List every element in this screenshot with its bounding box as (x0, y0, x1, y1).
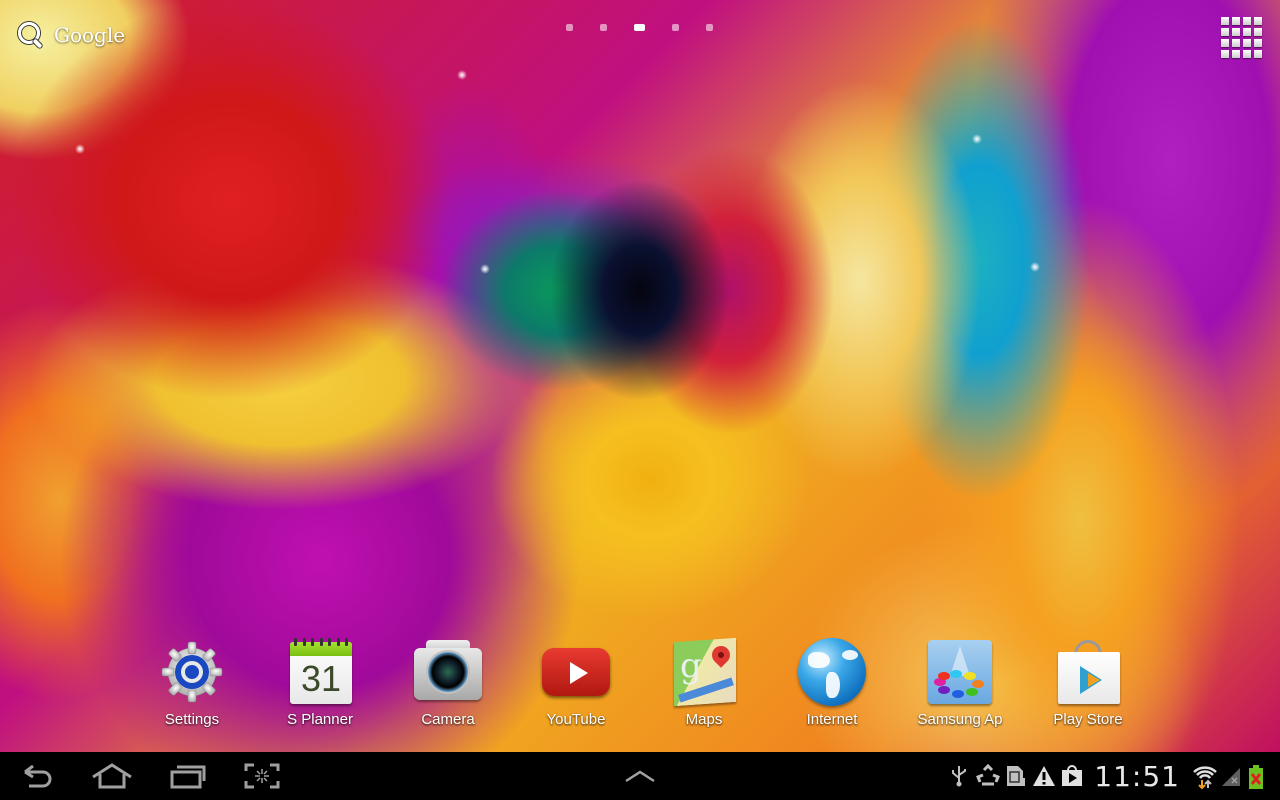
recent-apps-button[interactable] (158, 752, 218, 800)
calendar-day: 31 (300, 658, 342, 699)
apps-drawer-button[interactable] (1220, 16, 1262, 58)
app-label: Settings (164, 711, 220, 728)
youtube-icon (540, 636, 612, 708)
camera-icon (412, 636, 484, 708)
globe-icon (796, 636, 868, 708)
app-label: Samsung Ap (917, 711, 1003, 728)
app-label: Play Store (1053, 711, 1123, 728)
back-button[interactable] (8, 752, 68, 800)
warning-icon (1032, 764, 1056, 788)
wifi-icon (1192, 764, 1217, 790)
google-search-bar[interactable]: Google (16, 20, 125, 50)
screenshot-icon (244, 763, 280, 789)
page-dot-5[interactable] (706, 24, 713, 31)
screenshot-button[interactable] (232, 752, 292, 800)
status-area[interactable]: 11:51 (948, 752, 1270, 800)
sparkle (480, 264, 490, 274)
battery-icon (1248, 764, 1270, 789)
app-youtube[interactable]: YouTube (512, 636, 640, 728)
app-label: Maps (685, 711, 723, 728)
home-icon (92, 763, 132, 789)
page-dot-4[interactable] (672, 24, 679, 31)
play-store-icon (1052, 636, 1124, 708)
page-dot-2[interactable] (600, 24, 607, 31)
back-icon (24, 764, 52, 788)
sparkle (972, 134, 982, 144)
app-label: S Planner (287, 711, 353, 728)
recycle-icon (976, 764, 1001, 788)
app-internet[interactable]: Internet (768, 636, 896, 728)
app-camera[interactable]: Camera (384, 636, 512, 728)
app-label: YouTube (546, 711, 606, 728)
app-s-planner[interactable]: 31 S Planner (256, 636, 384, 728)
page-dot-3-current[interactable] (634, 24, 645, 31)
app-maps[interactable]: g Maps (640, 636, 768, 728)
recent-apps-icon (170, 765, 206, 789)
settings-gear-icon (156, 636, 228, 708)
sd-card-icon (1004, 764, 1026, 788)
app-settings[interactable]: Settings (128, 636, 256, 728)
chevron-up-icon (625, 770, 655, 783)
play-store-notification-icon (1060, 764, 1083, 788)
google-search-label: Google (54, 23, 126, 47)
page-dot-1[interactable] (566, 24, 573, 31)
home-button[interactable] (82, 752, 142, 800)
calendar-icon: 31 (284, 636, 356, 708)
maps-icon: g (668, 636, 740, 708)
app-dock: Settings 31 S Planner Camera YouTube g M… (128, 636, 1152, 736)
system-navigation-bar: 11:51 (0, 752, 1280, 800)
usb-icon (948, 764, 970, 788)
apps-grid-icon (1221, 17, 1229, 25)
app-samsung-apps[interactable]: Samsung Ap (896, 636, 1024, 728)
sparkle (457, 70, 467, 80)
sparkle (1030, 262, 1040, 272)
signal-icon (1220, 764, 1242, 788)
clock: 11:51 (1094, 759, 1180, 793)
app-label: Internet (806, 711, 858, 728)
app-label: Camera (421, 711, 475, 728)
search-icon (16, 20, 46, 50)
page-indicator (566, 24, 713, 31)
expand-button[interactable] (610, 752, 670, 800)
samsung-apps-icon (924, 636, 996, 708)
app-play-store[interactable]: Play Store (1024, 636, 1152, 728)
sparkle (75, 144, 85, 154)
